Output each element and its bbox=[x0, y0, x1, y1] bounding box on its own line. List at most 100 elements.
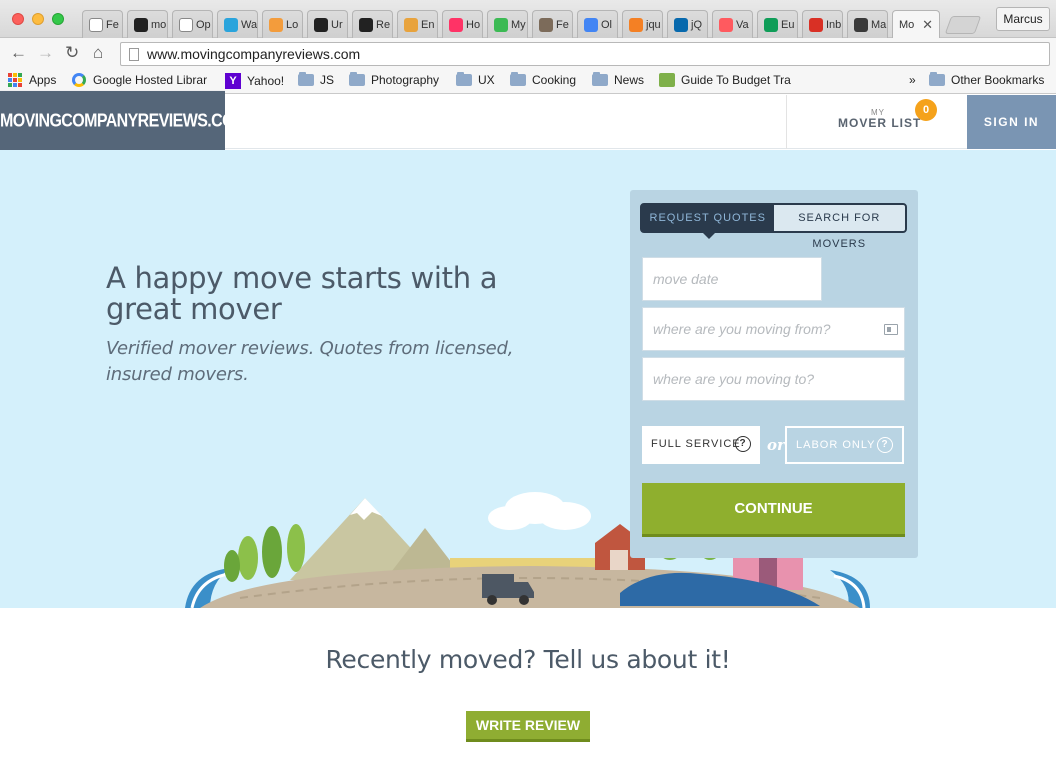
bookmark-label: Apps bbox=[29, 73, 57, 87]
browser-tab[interactable]: Fe bbox=[532, 10, 573, 38]
mailchimp-icon bbox=[539, 17, 553, 32]
url-text: www.movingcompanyreviews.com bbox=[147, 46, 361, 62]
sheets-icon bbox=[764, 17, 778, 32]
browser-tab[interactable]: Ho bbox=[442, 10, 483, 38]
browser-tab[interactable]: Va bbox=[712, 10, 753, 38]
browser-tab[interactable]: Ol bbox=[577, 10, 618, 38]
browser-tab-label: My bbox=[511, 18, 526, 31]
browser-tab[interactable]: Wa bbox=[217, 10, 258, 38]
site-header: MOVINGCOMPANYREVIEWS.COM MY MOVER LIST 0… bbox=[0, 90, 1056, 154]
bookmark-label: Google Hosted Librar bbox=[93, 73, 208, 87]
site-logo[interactable]: MOVINGCOMPANYREVIEWS.COM bbox=[0, 90, 247, 154]
address-bar[interactable]: www.movingcompanyreviews.com bbox=[120, 42, 1050, 66]
write-review-button[interactable]: WRITE REVIEW bbox=[466, 711, 590, 742]
browser-tab[interactable]: Lo bbox=[262, 10, 303, 38]
address-card-icon bbox=[884, 324, 898, 335]
tab-request-quotes[interactable]: REQUEST QUOTES bbox=[642, 205, 774, 239]
or-separator: or bbox=[767, 436, 785, 454]
browser-tab-label: Re bbox=[376, 18, 391, 31]
bookmark-apps[interactable]: Apps bbox=[8, 73, 56, 87]
google-logo-icon bbox=[72, 73, 86, 87]
profile-button[interactable]: Marcus bbox=[996, 7, 1050, 31]
continue-button[interactable]: CONTINUE bbox=[642, 483, 905, 537]
browser-tab-label: Fe bbox=[556, 18, 569, 31]
minimize-window-button[interactable] bbox=[32, 13, 44, 25]
docs-icon bbox=[584, 17, 598, 32]
bookmark-label: UX bbox=[478, 73, 495, 87]
new-tab-button[interactable] bbox=[944, 16, 982, 34]
moving-to-input[interactable]: where are you moving to? bbox=[642, 357, 905, 401]
browser-tab[interactable]: Ma bbox=[847, 10, 888, 38]
browser-tab-label: Lo bbox=[286, 18, 299, 31]
browser-tab-label: Fe bbox=[106, 18, 119, 31]
browser-tab[interactable]: Inb bbox=[802, 10, 843, 38]
forward-arrow-icon[interactable]: → bbox=[37, 43, 54, 63]
k-logo-icon bbox=[134, 17, 148, 32]
bookmark-budget-travel[interactable]: Guide To Budget Tra bbox=[659, 73, 796, 87]
folder-icon bbox=[592, 72, 608, 86]
browser-tab[interactable]: Fe bbox=[82, 10, 123, 38]
browser-tab-label: Op bbox=[196, 18, 211, 31]
bookmark-google-hosted[interactable]: Google Hosted Librar bbox=[72, 73, 207, 87]
full-service-option[interactable]: FULL SERVICE ? bbox=[642, 426, 760, 464]
tab-search-movers[interactable]: SEARCH FOR MOVERS bbox=[773, 205, 905, 250]
browser-tab[interactable]: Op bbox=[172, 10, 213, 38]
drive-icon bbox=[494, 17, 508, 32]
page-icon bbox=[129, 48, 139, 61]
browser-tab-label: Va bbox=[736, 18, 749, 31]
close-window-button[interactable] bbox=[12, 13, 24, 25]
bookmark-yahoo[interactable]: Y Yahoo! bbox=[225, 73, 284, 89]
mover-list-button[interactable]: MY MOVER LIST 0 bbox=[786, 95, 967, 149]
travel-icon bbox=[659, 73, 675, 87]
browser-tab[interactable]: mo bbox=[127, 10, 168, 38]
browser-tab[interactable]: jqu bbox=[622, 10, 663, 38]
help-icon[interactable]: ? bbox=[877, 437, 893, 453]
hero-subheadline: Verified mover reviews. Quotes from lice… bbox=[106, 338, 514, 385]
labor-only-label: LABOR ONLY bbox=[796, 439, 876, 451]
bookmark-folder-other[interactable]: Other Bookmarks bbox=[929, 72, 1044, 87]
quote-request-panel: REQUEST QUOTES SEARCH FOR MOVERS move da… bbox=[630, 190, 918, 558]
airbnb-icon bbox=[719, 17, 733, 32]
folder-icon bbox=[349, 72, 365, 86]
hero-section: A happy move starts with a great mover V… bbox=[0, 150, 1056, 608]
apps-grid-icon bbox=[8, 73, 22, 87]
hero-headline: A happy move starts with a great mover bbox=[106, 261, 498, 326]
mover-count-badge: 0 bbox=[915, 99, 937, 121]
browser-tab[interactable]: Ur bbox=[307, 10, 348, 38]
browser-nav-bar: ← → ↻ ⌂ www.movingcompanyreviews.com bbox=[0, 38, 1056, 68]
browser-tab-active[interactable]: Mo ✕ bbox=[892, 10, 940, 38]
home-icon[interactable]: ⌂ bbox=[93, 43, 103, 63]
browser-tab[interactable]: My bbox=[487, 10, 528, 38]
move-date-input[interactable]: move date bbox=[642, 257, 822, 301]
review-prompt: Recently moved? Tell us about it! bbox=[325, 645, 731, 674]
browser-tab-label: En bbox=[421, 18, 435, 31]
zoom-window-button[interactable] bbox=[52, 13, 64, 25]
circle-logo-icon bbox=[269, 17, 283, 32]
browser-tab[interactable]: En bbox=[397, 10, 438, 38]
folder-icon bbox=[298, 72, 314, 86]
help-icon[interactable]: ? bbox=[735, 436, 751, 452]
folder-icon bbox=[456, 72, 472, 86]
sign-in-button[interactable]: SIGN IN bbox=[967, 95, 1056, 149]
color-wheel-icon bbox=[404, 17, 418, 32]
page-icon bbox=[89, 17, 103, 32]
bookmark-folder-news[interactable]: News bbox=[592, 72, 644, 87]
browser-tab-label: Wa bbox=[241, 18, 258, 31]
browser-tab[interactable]: Eu bbox=[757, 10, 798, 38]
back-arrow-icon[interactable]: ← bbox=[10, 43, 27, 63]
labor-only-option[interactable]: LABOR ONLY ? bbox=[785, 426, 904, 464]
camera-icon bbox=[314, 17, 328, 32]
gmail-icon bbox=[809, 17, 823, 32]
bookmark-folder-ux[interactable]: UX bbox=[456, 72, 495, 87]
house-icon bbox=[359, 17, 373, 32]
close-tab-icon[interactable]: ✕ bbox=[922, 17, 933, 33]
browser-tab[interactable]: jQ bbox=[667, 10, 708, 38]
bookmark-folder-js[interactable]: JS bbox=[298, 72, 334, 87]
bookmark-folder-cooking[interactable]: Cooking bbox=[510, 72, 576, 87]
bookmark-folder-photography[interactable]: Photography bbox=[349, 72, 439, 87]
reload-icon[interactable]: ↻ bbox=[65, 43, 79, 63]
browser-tab[interactable]: Re bbox=[352, 10, 393, 38]
moving-from-input[interactable]: where are you moving from? bbox=[642, 307, 905, 351]
bookmarks-overflow-chevron-icon[interactable]: » bbox=[909, 73, 916, 87]
yahoo-icon: Y bbox=[225, 73, 241, 89]
